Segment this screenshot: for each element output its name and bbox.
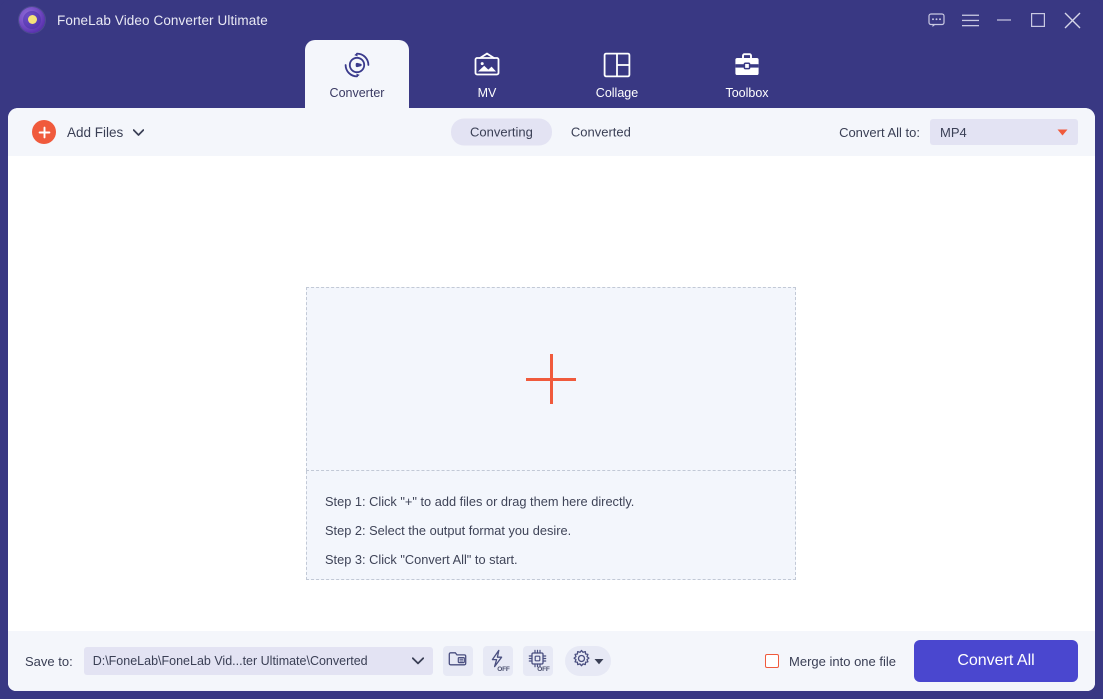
convert-all-to-group: Convert All to: MP4 xyxy=(839,119,1078,145)
segment-converting[interactable]: Converting xyxy=(451,118,552,146)
open-folder-button[interactable] xyxy=(442,646,473,676)
tab-toolbox[interactable]: Toolbox xyxy=(695,40,799,108)
content-panel: Add Files Converting Converted Convert A… xyxy=(8,108,1095,691)
save-path-input[interactable]: D:\FoneLab\FoneLab Vid...ter Ultimate\Co… xyxy=(83,647,433,675)
plus-circle-icon xyxy=(32,120,56,144)
close-icon[interactable] xyxy=(1055,4,1089,36)
add-files-label: Add Files xyxy=(67,124,124,140)
gpu-acceleration-state: OFF xyxy=(537,666,550,673)
minimize-icon[interactable] xyxy=(987,4,1021,36)
title-bar: FoneLab Video Converter Ultimate xyxy=(0,0,1103,40)
tab-toolbox-label: Toolbox xyxy=(725,86,769,100)
settings-button[interactable] xyxy=(564,646,611,676)
app-window: FoneLab Video Converter Ultimate Convert… xyxy=(0,0,1103,699)
checkbox-box xyxy=(765,654,780,668)
collage-icon xyxy=(603,49,631,81)
tab-mv-label: MV xyxy=(477,86,497,100)
add-files-button[interactable]: Add Files xyxy=(32,120,145,144)
plus-icon xyxy=(526,354,576,404)
convert-all-to-label: Convert All to: xyxy=(839,124,920,140)
caret-down-icon xyxy=(594,652,604,670)
toolbox-icon xyxy=(733,49,761,81)
folder-icon xyxy=(448,650,467,672)
mv-icon xyxy=(472,49,502,81)
gpu-acceleration-button[interactable]: OFF xyxy=(522,646,553,676)
chevron-down-icon xyxy=(133,123,145,141)
nav-tabs: Converter MV Collage Toolbox xyxy=(0,40,1103,108)
merge-into-one-file-label: Merge into one file xyxy=(789,653,896,669)
segment-converted[interactable]: Converted xyxy=(552,119,650,146)
caret-down-icon xyxy=(1057,123,1068,141)
steps-instructions: Step 1: Click "+" to add files or drag t… xyxy=(306,471,796,580)
hardware-acceleration-state: OFF xyxy=(497,666,510,673)
window-controls xyxy=(919,0,1103,40)
save-path-value: D:\FoneLab\FoneLab Vid...ter Ultimate\Co… xyxy=(92,654,368,668)
menu-icon[interactable] xyxy=(953,4,987,36)
tab-collage[interactable]: Collage xyxy=(565,40,669,108)
step-line-3: Step 3: Click "Convert All" to start. xyxy=(325,552,518,567)
maximize-icon[interactable] xyxy=(1021,4,1055,36)
merge-into-one-file-checkbox[interactable]: Merge into one file xyxy=(765,654,896,669)
gear-icon xyxy=(572,649,591,673)
step-line-1: Step 1: Click "+" to add files or drag t… xyxy=(325,494,635,509)
view-segment-group: Converting Converted xyxy=(451,118,650,146)
hardware-acceleration-button[interactable]: OFF xyxy=(482,646,513,676)
format-select[interactable]: MP4 xyxy=(930,119,1078,145)
converter-icon xyxy=(342,49,372,81)
tab-converter[interactable]: Converter xyxy=(305,40,409,108)
app-title: FoneLab Video Converter Ultimate xyxy=(57,12,268,28)
format-select-value: MP4 xyxy=(940,124,967,140)
tab-converter-label: Converter xyxy=(329,86,385,100)
convert-all-button[interactable]: Convert All xyxy=(914,640,1078,682)
tab-collage-label: Collage xyxy=(595,86,639,100)
bottom-bar: Save to: D:\FoneLab\FoneLab Vid...ter Ul… xyxy=(8,631,1095,691)
chevron-down-icon[interactable] xyxy=(404,652,424,670)
toolbar: Add Files Converting Converted Convert A… xyxy=(8,108,1095,156)
file-drop-zone[interactable] xyxy=(306,287,796,471)
feedback-icon[interactable] xyxy=(919,4,953,36)
step-line-2: Step 2: Select the output format you des… xyxy=(325,523,572,538)
fonelab-logo-icon xyxy=(19,7,45,33)
tab-mv[interactable]: MV xyxy=(435,40,539,108)
save-to-label: Save to: xyxy=(25,653,73,669)
main-area: Step 1: Click "+" to add files or drag t… xyxy=(8,156,1095,651)
